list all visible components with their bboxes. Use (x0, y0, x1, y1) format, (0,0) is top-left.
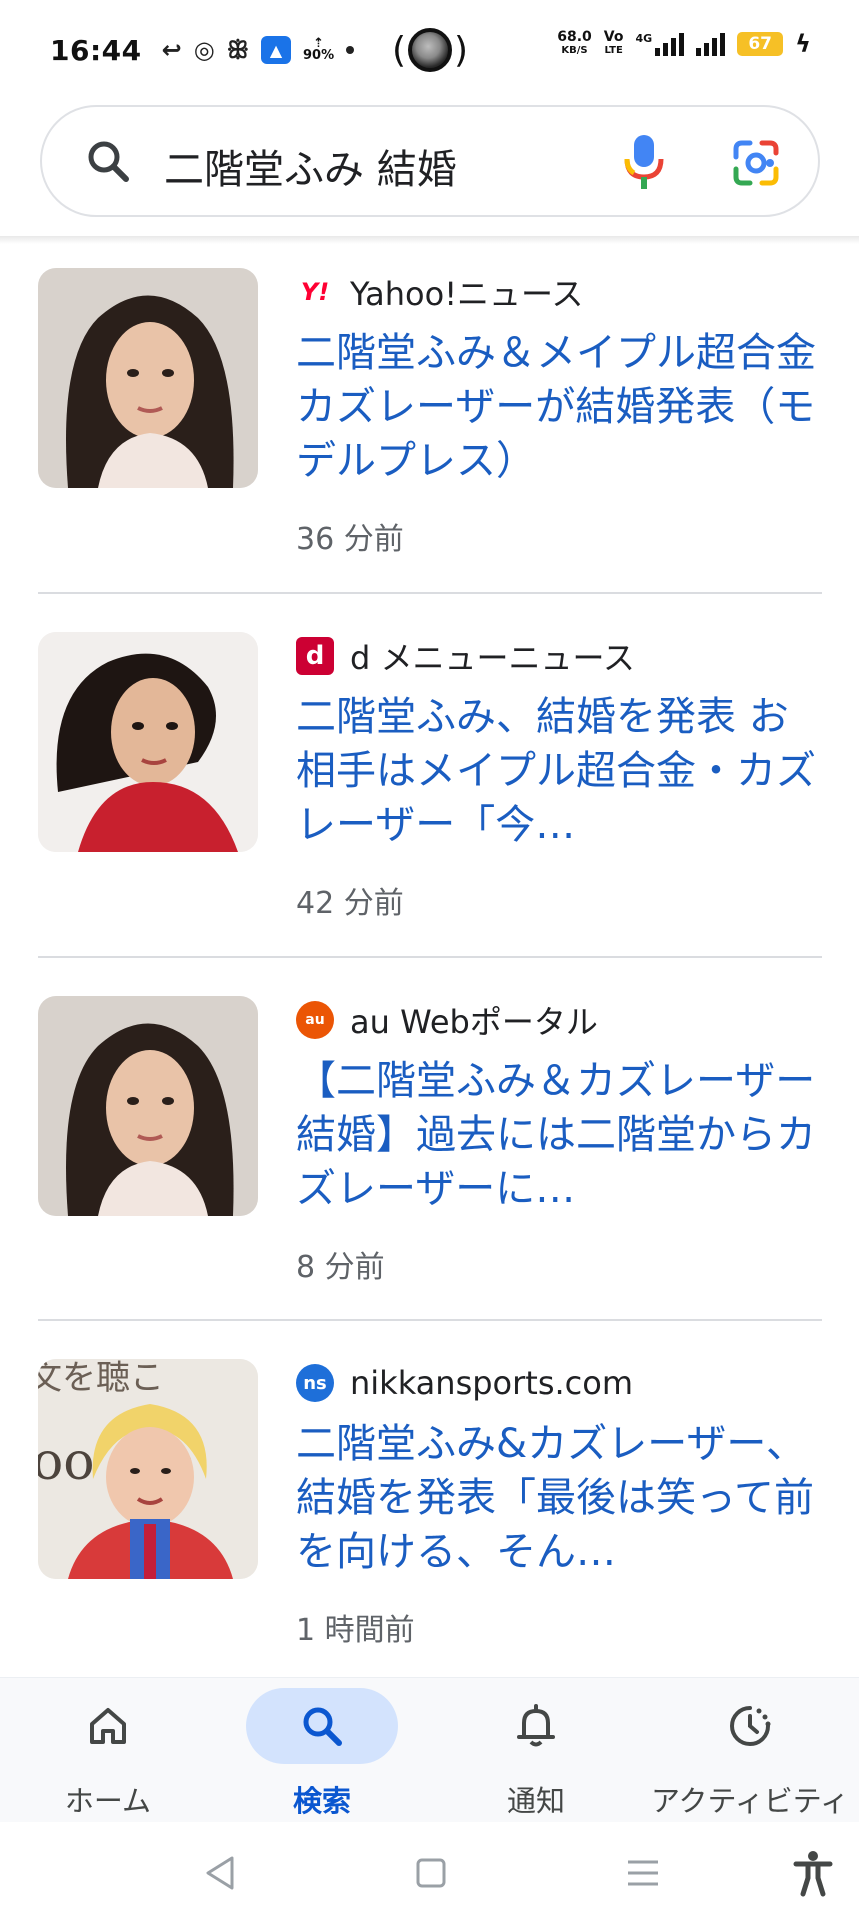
lens-icon[interactable] (732, 139, 780, 187)
source-name: d メニューニュース (350, 639, 635, 677)
svg-text:文を聴こ: 文を聴こ (38, 1359, 164, 1398)
home-icon (90, 1708, 126, 1744)
source-name: au Webポータル (350, 1003, 598, 1041)
bottom-navigation: ホーム 検索 通知 アクティビティ (0, 1677, 859, 1822)
volte-indicator: Vo LTE (604, 30, 624, 58)
dot-icon (346, 46, 355, 54)
nav-activity-pill[interactable] (674, 1688, 826, 1764)
yahoo-logo-icon: Y! (300, 278, 330, 306)
search-icon (303, 1707, 342, 1746)
coin-indicator: ( ) (392, 20, 468, 80)
news-source: d d メニューニュース (296, 634, 635, 678)
au-logo-icon: au (296, 1001, 334, 1039)
news-time: 1 時間前 (296, 1613, 415, 1648)
news-headline-link[interactable]: 【二階堂ふみ＆カズレーザー結婚】過去には二階堂からカズレーザーに… (296, 1054, 826, 1216)
source-name: Yahoo!ニュース (350, 275, 584, 313)
mic-icon[interactable] (622, 133, 666, 191)
activity-icon (730, 1706, 771, 1746)
search-input[interactable]: 二階堂ふみ 結婚 (164, 137, 457, 195)
net-speed-unit: KB/S (561, 45, 588, 56)
android-icon: ▲ (260, 36, 291, 64)
news-headline-link[interactable]: 二階堂ふみ、結婚を発表 お相手はメイプル超合金・カズレーザー「今… (296, 690, 826, 852)
source-name: nikkansports.com (350, 1364, 634, 1402)
signal-icon-2 (696, 32, 726, 56)
signal-icon: 4G (635, 32, 685, 56)
nav-home-label: ホーム (64, 1784, 152, 1818)
news-source: au au Webポータル (296, 998, 598, 1042)
status-notification-icons: ↩ ◎ ꕥ ▲ ⇡ 90% (161, 36, 355, 64)
system-navigation-bar (0, 1822, 859, 1920)
charging-icon: ϟ (795, 30, 811, 58)
news-time: 8 分前 (296, 1250, 385, 1285)
nikkansports-logo-icon: ns (296, 1364, 334, 1402)
news-thumbnail[interactable]: 文を聴こ oo d b (38, 1359, 258, 1579)
reply-icon: ↩ (161, 36, 182, 64)
divider (38, 1319, 822, 1321)
nav-search-pill[interactable] (246, 1688, 398, 1764)
nav-home-pill[interactable] (32, 1688, 184, 1764)
status-time: 16:44 (50, 33, 142, 67)
search-bar[interactable]: 二階堂ふみ 結婚 (40, 105, 820, 217)
news-headline-link[interactable]: 二階堂ふみ&カズレーザー、結婚を発表「最後は笑って前を向ける、そん… (296, 1417, 826, 1579)
accessibility-icon[interactable] (788, 1848, 838, 1898)
nav-notifications[interactable]: 通知 (436, 1678, 636, 1823)
right-paren-icon: ) (453, 29, 468, 71)
d-menu-logo-icon: d (296, 637, 334, 675)
divider (38, 956, 822, 958)
nav-activity[interactable]: アクティビティ (650, 1678, 850, 1823)
news-item[interactable]: au au Webポータル 【二階堂ふみ＆カズレーザー結婚】過去には二階堂からカ… (0, 972, 859, 1302)
recents-icon[interactable] (618, 1848, 668, 1898)
nav-notifications-pill[interactable] (460, 1688, 612, 1764)
home-square-icon[interactable] (406, 1848, 456, 1898)
left-paren-icon: ( (392, 29, 407, 71)
news-time: 42 分前 (296, 886, 404, 921)
portrait-man-red-jacket-image: 文を聴こ oo d b (38, 1359, 258, 1579)
news-thumbnail[interactable] (38, 632, 258, 852)
nav-search[interactable]: 検索 (222, 1678, 422, 1823)
search-icon[interactable] (84, 137, 132, 185)
upload-percent: 90% (302, 48, 335, 63)
upload-icon: ⇡ 90% (302, 36, 335, 63)
rabbit-icon: ꕥ (226, 36, 249, 64)
battery-level: 67 (748, 34, 772, 54)
news-headline-link[interactable]: 二階堂ふみ＆メイプル超合金カズレーザーが結婚発表（モデルプレス） (296, 326, 826, 488)
news-item[interactable]: 文を聴こ oo d b ns nikkansports.com 二階堂ふみ&カズ… (0, 1335, 859, 1665)
news-thumbnail[interactable] (38, 268, 258, 488)
network-type: 4G (635, 32, 653, 45)
status-system-icons: 68.0 KB/S Vo LTE 4G 67 ϟ (557, 30, 811, 58)
news-thumbnail[interactable] (38, 996, 258, 1216)
portrait-woman-red-sweater-image (38, 632, 258, 852)
page: 16:44 ↩ ◎ ꕥ ▲ ⇡ 90% ( ) 68.0 KB/S Vo LTE … (0, 0, 859, 1920)
back-icon[interactable] (196, 1848, 246, 1898)
nav-search-label: 検索 (292, 1784, 351, 1818)
header-shadow (0, 236, 859, 244)
news-source: ns nikkansports.com (296, 1361, 633, 1405)
battery-icon: 67 (737, 32, 784, 56)
portrait-woman-image (38, 268, 258, 488)
news-item[interactable]: d d メニューニュース 二階堂ふみ、結婚を発表 お相手はメイプル超合金・カズレ… (0, 608, 859, 938)
volte-bottom: LTE (604, 45, 623, 56)
net-speed: 68.0 KB/S (557, 30, 592, 58)
status-bar: 16:44 ↩ ◎ ꕥ ▲ ⇡ 90% ( ) 68.0 KB/S Vo LTE … (0, 0, 859, 100)
coin-icon (408, 28, 452, 72)
news-source: Y! Yahoo!ニュース (296, 270, 584, 314)
bell-icon (517, 1704, 555, 1747)
chrome-icon: ◎ (193, 36, 215, 64)
divider (38, 592, 822, 594)
news-item[interactable]: Y! Yahoo!ニュース 二階堂ふみ＆メイプル超合金カズレーザーが結婚発表（モ… (0, 244, 859, 574)
nav-activity-label: アクティビティ (650, 1784, 850, 1818)
news-time: 36 分前 (296, 522, 404, 557)
net-speed-value: 68.0 (557, 29, 592, 45)
nav-home[interactable]: ホーム (8, 1678, 208, 1823)
volte-top: Vo (603, 29, 624, 45)
portrait-woman-image (38, 996, 258, 1216)
nav-notifications-label: 通知 (506, 1784, 565, 1818)
